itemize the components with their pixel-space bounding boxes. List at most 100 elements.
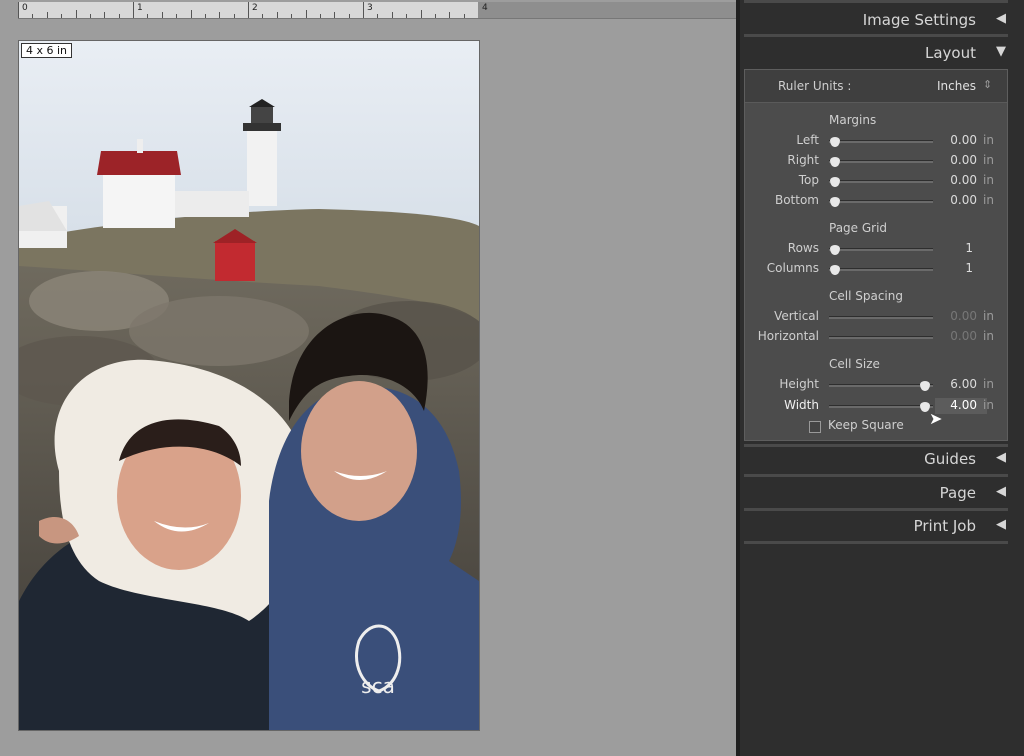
margins-heading: Margins: [829, 113, 877, 127]
ruler-tick: [291, 14, 293, 18]
photo-image: sca: [19, 41, 479, 730]
cell-width-slider[interactable]: [829, 405, 933, 408]
ruler-tick: [46, 12, 48, 18]
ruler-tick: [377, 14, 379, 18]
ruler-units-select[interactable]: Inches: [937, 79, 976, 93]
unit-label: in: [983, 133, 994, 147]
ruler-units-row[interactable]: Ruler Units : Inches ⇕: [745, 70, 1007, 103]
ruler-tick: [348, 14, 350, 18]
collapse-arrow-icon[interactable]: ◀: [996, 450, 1006, 465]
cell-width-label: Width: [784, 398, 819, 412]
grid-columns-label: Columns: [766, 261, 819, 275]
section-guides[interactable]: Guides ◀: [744, 444, 1008, 474]
margin-left-slider[interactable]: [829, 140, 933, 143]
grid-columns-slider[interactable]: [829, 268, 933, 271]
ruler-tick: [276, 12, 278, 18]
collapse-arrow-icon[interactable]: ◀: [996, 484, 1006, 499]
ruler-tick: [219, 12, 221, 18]
unit-label: in: [983, 193, 994, 207]
section-layout[interactable]: Layout ▼: [744, 38, 1008, 68]
unit-label: in: [983, 173, 994, 187]
cell-height-slider[interactable]: [829, 384, 933, 387]
spacing-horizontal-label: Horizontal: [757, 329, 819, 343]
unit-label: in: [983, 377, 994, 391]
margin-top-slider[interactable]: [829, 180, 933, 183]
margin-bottom-slider[interactable]: [829, 200, 933, 203]
cell-height-value[interactable]: 6.00: [950, 377, 977, 391]
layout-panel: Ruler Units : Inches ⇕ Margins Left 0.00…: [744, 69, 1008, 441]
spacing-horizontal-value[interactable]: 0.00: [950, 329, 977, 343]
ruler-extension: 4: [478, 2, 736, 19]
ruler-number: 2: [252, 3, 258, 13]
section-title: Layout: [925, 44, 976, 62]
margin-top-value[interactable]: 0.00: [950, 173, 977, 187]
ruler-number: 0: [22, 3, 28, 13]
margin-top-label: Top: [798, 173, 819, 187]
ruler-tick: [463, 14, 465, 18]
margin-left-value[interactable]: 0.00: [950, 133, 977, 147]
grid-rows-slider[interactable]: [829, 248, 933, 251]
right-panel: Image Settings ◀ Layout ▼ Ruler Units : …: [740, 0, 1024, 756]
keep-square-checkbox[interactable]: [809, 421, 821, 433]
ruler-tick: [204, 14, 206, 18]
collapse-arrow-icon[interactable]: ◀: [996, 11, 1006, 26]
margin-right-slider[interactable]: [829, 160, 933, 163]
unit-label: in: [983, 153, 994, 167]
cell-spacing-heading: Cell Spacing: [829, 289, 903, 303]
ruler-tick: [305, 10, 307, 18]
ruler-number: 3: [367, 3, 373, 13]
spacing-vertical-value[interactable]: 0.00: [950, 309, 977, 323]
section-title: Print Job: [913, 517, 976, 535]
section-separator: [744, 541, 1008, 544]
cell-width-value[interactable]: 4.00: [950, 398, 977, 412]
print-page[interactable]: sca 4 x 6 in: [19, 41, 479, 730]
ruler-tick: [406, 14, 408, 18]
collapse-arrow-icon[interactable]: ◀: [996, 517, 1006, 532]
grid-columns-value[interactable]: 1: [965, 261, 973, 275]
spacing-vertical-slider[interactable]: [829, 316, 933, 319]
ruler-tick: [18, 2, 19, 18]
margin-right-label: Right: [787, 153, 819, 167]
page-grid-heading: Page Grid: [829, 221, 888, 235]
section-title: Guides: [924, 450, 976, 468]
unit-label: in: [983, 329, 994, 343]
margin-bottom-label: Bottom: [774, 193, 819, 207]
sweatshirt-logo-text: sca: [361, 674, 395, 698]
ruler-tick: [434, 14, 436, 18]
keep-square-label[interactable]: Keep Square: [828, 418, 904, 432]
unit-label: in: [983, 309, 994, 323]
cell-height-label: Height: [779, 377, 819, 391]
ruler-number: 4: [482, 3, 488, 13]
grid-rows-value[interactable]: 1: [965, 241, 973, 255]
cell-size-heading: Cell Size: [829, 357, 880, 371]
section-title: Page: [939, 484, 976, 502]
ruler-tick: [319, 14, 321, 18]
margin-bottom-value[interactable]: 0.00: [950, 193, 977, 207]
ruler-tick: [133, 2, 134, 18]
spacing-horizontal-slider[interactable]: [829, 336, 933, 339]
horizontal-ruler: 0 1 2 3: [18, 2, 478, 19]
ruler-tick: [363, 2, 364, 18]
ruler-tick: [248, 2, 249, 18]
section-image-settings[interactable]: Image Settings ◀: [744, 5, 1008, 35]
margin-left-label: Left: [796, 133, 819, 147]
grid-rows-label: Rows: [787, 241, 819, 255]
ruler-tick: [449, 12, 451, 18]
ruler-tick: [32, 14, 34, 18]
section-page[interactable]: Page ◀: [744, 478, 1008, 508]
ruler-tick: [262, 14, 264, 18]
ruler-tick: [161, 12, 163, 18]
page-size-label: 4 x 6 in: [21, 43, 73, 58]
ruler-tick: [61, 14, 63, 18]
margin-right-value[interactable]: 0.00: [950, 153, 977, 167]
expand-arrow-icon[interactable]: ▼: [996, 44, 1006, 59]
mouse-cursor-icon: ➤: [929, 409, 943, 428]
section-print-job[interactable]: Print Job ◀: [744, 511, 1008, 541]
ruler-tick: [190, 10, 192, 18]
ruler-tick: [176, 14, 178, 18]
ruler-tick: [89, 14, 91, 18]
ruler-tick: [147, 14, 149, 18]
ruler-tick: [104, 12, 106, 18]
section-title: Image Settings: [862, 11, 976, 29]
stepper-icon[interactable]: ⇕: [983, 78, 992, 91]
